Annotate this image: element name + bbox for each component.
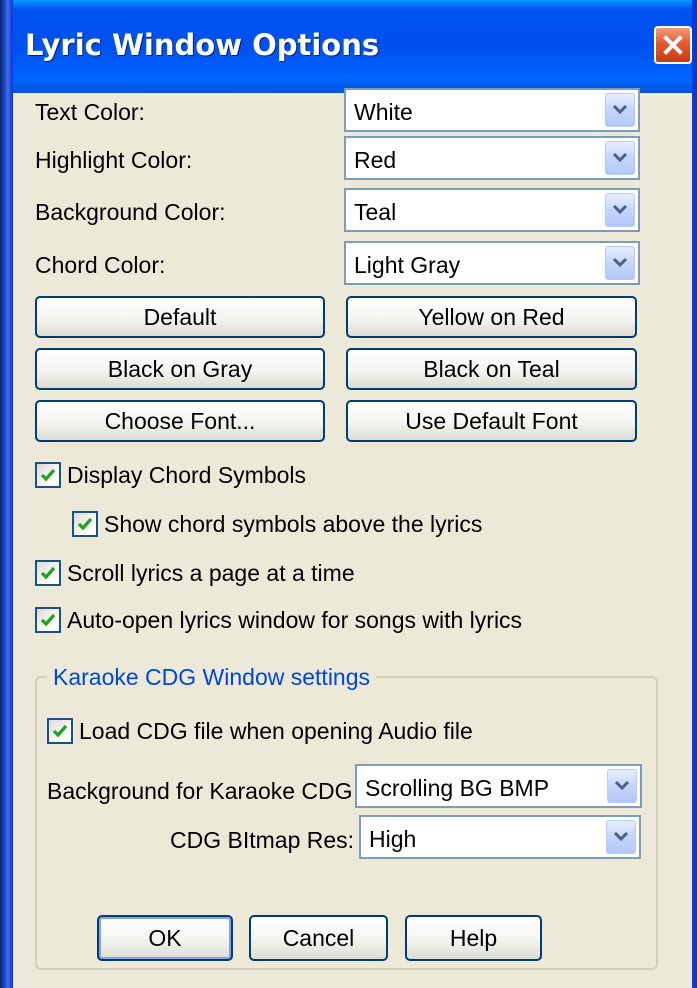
use-default-font-button[interactable]: Use Default Font (346, 400, 637, 442)
karaoke-group-title: Karaoke CDG Window settings (47, 664, 377, 691)
chevron-down-icon (615, 781, 629, 791)
ok-button[interactable]: OK (97, 915, 233, 961)
background-color-label: Background Color: (35, 199, 226, 225)
karaoke-background-dropdown-button[interactable] (607, 769, 637, 803)
highlight-color-value: Red (354, 147, 397, 173)
window-title: Lyric Window Options (25, 28, 380, 62)
chord-color-value: Light Gray (354, 252, 461, 278)
black-on-gray-button[interactable]: Black on Gray (35, 348, 325, 390)
karaoke-background-label: Background for Karaoke CDG (47, 778, 353, 804)
background-color-dropdown-button[interactable] (605, 193, 635, 227)
help-button[interactable]: Help (405, 915, 542, 961)
choose-font-button[interactable]: Choose Font... (35, 400, 325, 442)
window-right-border (692, 0, 697, 988)
karaoke-background-value: Scrolling BG BMP (365, 775, 550, 801)
highlight-color-dropdown-button[interactable] (605, 141, 635, 175)
highlight-color-select[interactable]: Red (344, 136, 640, 180)
text-color-dropdown-button[interactable] (605, 93, 635, 127)
cdg-bitmap-res-value: High (369, 826, 417, 852)
window-left-border (0, 0, 13, 988)
checkmark-icon (40, 468, 56, 482)
highlight-color-label: Highlight Color: (35, 147, 193, 173)
display-chord-symbols-checkbox[interactable] (35, 462, 61, 488)
karaoke-background-select[interactable]: Scrolling BG BMP (355, 764, 642, 808)
chevron-down-icon (613, 105, 627, 115)
checkmark-icon (40, 613, 56, 627)
checkmark-icon (77, 517, 93, 531)
show-chords-above-checkbox[interactable] (72, 511, 98, 537)
text-color-value: White (354, 99, 413, 125)
close-icon (663, 35, 683, 55)
default-colors-button[interactable]: Default (35, 296, 325, 338)
text-color-select[interactable]: White (344, 88, 640, 132)
chevron-down-icon (613, 205, 627, 215)
cancel-button[interactable]: Cancel (249, 915, 388, 961)
chevron-down-icon (614, 832, 628, 842)
scroll-page-checkbox[interactable] (35, 560, 61, 586)
show-chords-above-label: Show chord symbols above the lyrics (104, 511, 483, 537)
background-color-value: Teal (354, 199, 397, 225)
checkmark-icon (52, 724, 68, 738)
load-cdg-checkbox[interactable] (47, 718, 73, 744)
cdg-bitmap-res-label: CDG BItmap Res: (170, 827, 355, 853)
chord-color-label: Chord Color: (35, 252, 166, 278)
chevron-down-icon (613, 153, 627, 163)
cdg-bitmap-res-select[interactable]: High (359, 815, 641, 859)
text-color-label: Text Color: (35, 99, 145, 125)
display-chord-symbols-label: Display Chord Symbols (67, 462, 307, 488)
close-button[interactable] (654, 26, 692, 64)
auto-open-checkbox[interactable] (35, 607, 61, 633)
auto-open-label: Auto-open lyrics window for songs with l… (67, 607, 523, 633)
load-cdg-label: Load CDG file when opening Audio file (79, 718, 473, 744)
cdg-bitmap-res-dropdown-button[interactable] (606, 820, 636, 854)
chevron-down-icon (613, 258, 627, 268)
checkmark-icon (40, 566, 56, 580)
yellow-on-red-button[interactable]: Yellow on Red (346, 296, 637, 338)
scroll-page-label: Scroll lyrics a page at a time (67, 560, 355, 586)
background-color-select[interactable]: Teal (344, 188, 640, 232)
black-on-teal-button[interactable]: Black on Teal (346, 348, 637, 390)
title-bar[interactable]: Lyric Window Options (13, 0, 692, 93)
chord-color-select[interactable]: Light Gray (344, 241, 640, 285)
chord-color-dropdown-button[interactable] (605, 246, 635, 280)
